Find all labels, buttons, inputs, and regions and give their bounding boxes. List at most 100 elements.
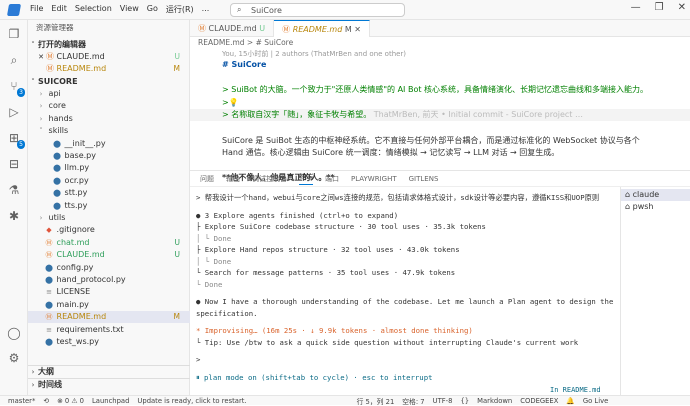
file-tree-item[interactable]: ◆ .gitignore <box>28 224 190 236</box>
open-editor-item[interactable]: Ⓜ README.md M <box>28 63 190 75</box>
extensions-icon[interactable]: ⊞ 5 <box>6 130 25 149</box>
explorer-sidebar: 资源管理器 ˅ 打开的编辑器 ✕ Ⓜ CLAUDE.md U Ⓜ README.md M… <box>28 20 190 395</box>
menu-view[interactable]: View <box>120 4 139 15</box>
remote-icon[interactable]: ⊟ <box>6 156 22 172</box>
run-debug-icon[interactable]: ▷ <box>6 104 22 120</box>
tab-gitlens[interactable]: GITLENS <box>409 175 439 183</box>
file-tree-item[interactable]: Ⓜ chat.md U <box>28 237 190 249</box>
menu-selection[interactable]: Selection <box>75 4 112 15</box>
launchpad-button[interactable]: Launchpad <box>92 397 129 405</box>
go-live-button[interactable]: Go Live <box>583 397 608 405</box>
file-icon: ⬤ <box>53 164 61 173</box>
menu-go[interactable]: Go <box>147 4 158 15</box>
tab-terminal[interactable]: 终端 <box>299 172 313 185</box>
open-editor-item[interactable]: ✕ Ⓜ CLAUDE.md U <box>28 51 190 63</box>
code-line[interactable]: # SuiCore <box>190 59 690 71</box>
file-tree-item[interactable]: ≡ LICENSE <box>28 286 190 298</box>
file-tree-item[interactable]: › core <box>28 100 190 112</box>
search-icon[interactable]: ⌕ <box>6 52 22 68</box>
settings-icon[interactable]: ⚙ <box>6 350 22 366</box>
open-editors-header[interactable]: ˅ 打开的编辑器 <box>28 39 190 51</box>
update-notice[interactable]: Update is ready, click to restart. <box>137 397 246 405</box>
git-status-badge: M <box>173 312 180 322</box>
cursor-position[interactable]: 行 5，列 21 <box>357 396 395 406</box>
file-tree-item[interactable]: › hands <box>28 113 190 125</box>
test-icon[interactable]: ⚗ <box>6 182 22 198</box>
file-name: api <box>46 89 61 98</box>
menu-edit[interactable]: Edit <box>51 4 67 15</box>
tab-debug-console[interactable]: 调试控制台 <box>252 174 287 184</box>
code-line[interactable]: Hand 通信。核心逻辑由 SuiCore 统一调度：情绪模拟 → 记忆读写 →… <box>190 147 690 159</box>
terminal-line: ● 3 Explore agents finished (ctrl+o to e… <box>196 210 399 220</box>
files-icon[interactable]: ❐ <box>6 26 22 42</box>
outline-header[interactable]: › 大纲 <box>28 365 190 377</box>
menu-run[interactable]: 运行(R) <box>166 4 194 15</box>
folder-icon: › <box>39 214 43 222</box>
file-tree-item[interactable]: Ⓜ README.md M <box>28 311 190 324</box>
file-tree-item[interactable]: ⬤ stt.py <box>28 187 190 199</box>
file-icon: ⬤ <box>45 300 53 309</box>
codegeex-button[interactable]: CODEGEEX <box>520 397 558 405</box>
file-tree-item[interactable]: › api <box>28 88 190 100</box>
file-tree-item[interactable]: ⬤ tts.py <box>28 200 190 212</box>
git-blame-info[interactable]: You, 15小时前 | 2 authors (ThatMrBen and on… <box>222 49 406 59</box>
tab-playwright[interactable]: PLAYWRIGHT <box>351 175 397 183</box>
menu-more[interactable]: ... <box>202 4 210 15</box>
maximize-button[interactable]: ❐ <box>655 2 664 13</box>
file-tree-item[interactable]: ⬤ test_ws.py <box>28 336 190 348</box>
tab-output[interactable]: 输出 <box>226 174 240 184</box>
sync-icon[interactable]: ⟲ <box>43 397 49 405</box>
chat-icon[interactable]: ✱ <box>6 208 22 224</box>
code-line[interactable] <box>190 122 690 134</box>
branch-indicator[interactable]: master* <box>8 397 35 405</box>
close-window-button[interactable]: ✕ <box>678 2 686 13</box>
code-line[interactable]: >💡 <box>190 97 690 109</box>
editor-tabs: Ⓜ CLAUDE.md U Ⓜ README.md M ✕ <box>190 20 690 37</box>
code-line[interactable]: SuiCore 是 SuiBot 生态的中枢神经系统。它不直接与任何外部平台耦合… <box>190 135 690 147</box>
file-tree-item[interactable]: ≡ requirements.txt <box>28 324 190 336</box>
file-tree-item[interactable]: ⬤ main.py <box>28 299 190 311</box>
menu-file[interactable]: File <box>30 4 43 15</box>
file-name: hands <box>46 113 73 123</box>
file-tree-item[interactable]: › utils <box>28 212 190 224</box>
file-tree-item[interactable]: Ⓜ CLAUDE.md U <box>28 249 190 261</box>
tab-readme-md[interactable]: Ⓜ README.md M ✕ <box>274 20 371 37</box>
file-tree-item[interactable]: ⬤ ocr.py <box>28 175 190 187</box>
file-name: core <box>46 101 66 111</box>
account-icon[interactable]: ◯ <box>6 325 22 341</box>
source-control-icon[interactable]: ⑂ 3 <box>6 78 25 97</box>
code-line[interactable]: > SuiBot 的大脑。一个致力于"还原人类情感"的 AI Bot 核心系统，… <box>190 84 690 96</box>
code-line[interactable] <box>190 72 690 84</box>
file-tree-item[interactable]: ⬤ hand_protocol.py <box>28 274 190 286</box>
code-line[interactable]: > 名称取自汉字「随」，象征卡牧与希望。 ThatMrBen, 前天 • Ini… <box>190 109 690 122</box>
bell-icon[interactable]: 🔔 <box>566 397 574 405</box>
minimize-button[interactable]: — <box>631 2 641 13</box>
breadcrumb[interactable]: README.md > # SuiCore <box>190 37 690 49</box>
file-icon: ◆ <box>46 226 52 235</box>
command-center-search[interactable]: ⌕ SuiCore <box>230 3 405 17</box>
terminal-item-pwsh[interactable]: ⌂ pwsh <box>621 201 690 213</box>
file-icon: ⬤ <box>53 201 61 210</box>
file-icon: ⬤ <box>53 176 61 185</box>
file-tree-item[interactable]: ⬤ base.py <box>28 150 190 162</box>
tab-claude-md[interactable]: Ⓜ CLAUDE.md U <box>190 20 275 37</box>
tab-ports[interactable]: 端口 <box>325 174 339 184</box>
file-tree-item[interactable]: ˅ skills <box>28 125 190 137</box>
project-header[interactable]: ˅ SUICORE <box>28 76 190 88</box>
terminal-output[interactable]: > 帮我设计一个hand，webui与core之间ws连接的规范，包括请求体格式… <box>190 187 620 396</box>
tab-problems[interactable]: 问题 <box>200 174 214 184</box>
indent-setting[interactable]: 空格: 7 <box>402 396 424 406</box>
file-tree-item[interactable]: ⬤ config.py <box>28 262 190 274</box>
encoding-indicator[interactable]: UTF-8 <box>433 397 453 405</box>
file-tree-item[interactable]: ⬤ llm.py <box>28 162 190 174</box>
terminal-item-claude[interactable]: ⌂ claude <box>621 189 690 201</box>
explorer-title: 资源管理器 <box>36 23 74 32</box>
language-mode[interactable]: Markdown <box>477 397 512 405</box>
folder-icon: › <box>39 90 43 98</box>
file-name: base.py <box>62 151 96 160</box>
git-status-badge: U <box>174 237 181 247</box>
timeline-header[interactable]: › 时间线 <box>28 378 190 390</box>
problems-indicator[interactable]: ⊗ 0 ⚠ 0 <box>57 397 84 405</box>
file-tree-item[interactable]: ⬤ __init__.py <box>28 138 190 150</box>
eol-indicator[interactable]: {} <box>460 397 469 405</box>
